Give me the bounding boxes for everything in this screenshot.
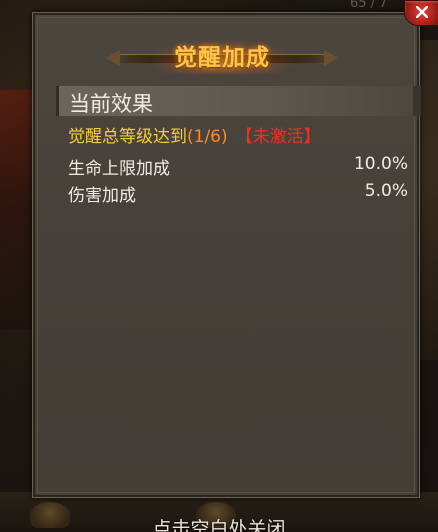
game-screen[interactable]: 65 / 7 觉醒加成 当前效果 觉醒总等级达到(1/6) 【未激活】 生命上限加… bbox=[0, 0, 438, 532]
stat-value: 10.0% bbox=[353, 154, 408, 174]
condition-text: 觉醒总等级达到 bbox=[68, 127, 187, 147]
close-x-icon bbox=[416, 6, 428, 18]
stat-label: 生命上限加成 bbox=[68, 159, 170, 179]
dialog-title: 觉醒加成 bbox=[174, 45, 270, 71]
activation-condition: 觉醒总等级达到(1/6) 【未激活】 bbox=[68, 122, 321, 147]
awakening-bonus-dialog bbox=[32, 12, 420, 498]
section-header-label: 当前效果 bbox=[69, 92, 153, 116]
status-badge: 【未激活】 bbox=[235, 127, 321, 147]
dialog-title-banner: 觉醒加成 bbox=[106, 36, 338, 76]
current-effect-header: 当前效果 bbox=[56, 86, 421, 116]
stat-value: 5.0% bbox=[364, 181, 408, 201]
close-button[interactable] bbox=[404, 0, 438, 26]
background-top-text: 65 / 7 bbox=[350, 0, 388, 11]
condition-progress: (1/6) bbox=[187, 127, 228, 147]
close-hint-text: 点击空白处关闭 bbox=[152, 518, 286, 532]
stat-label: 伤害加成 bbox=[68, 186, 136, 206]
section-header-end bbox=[413, 86, 421, 116]
